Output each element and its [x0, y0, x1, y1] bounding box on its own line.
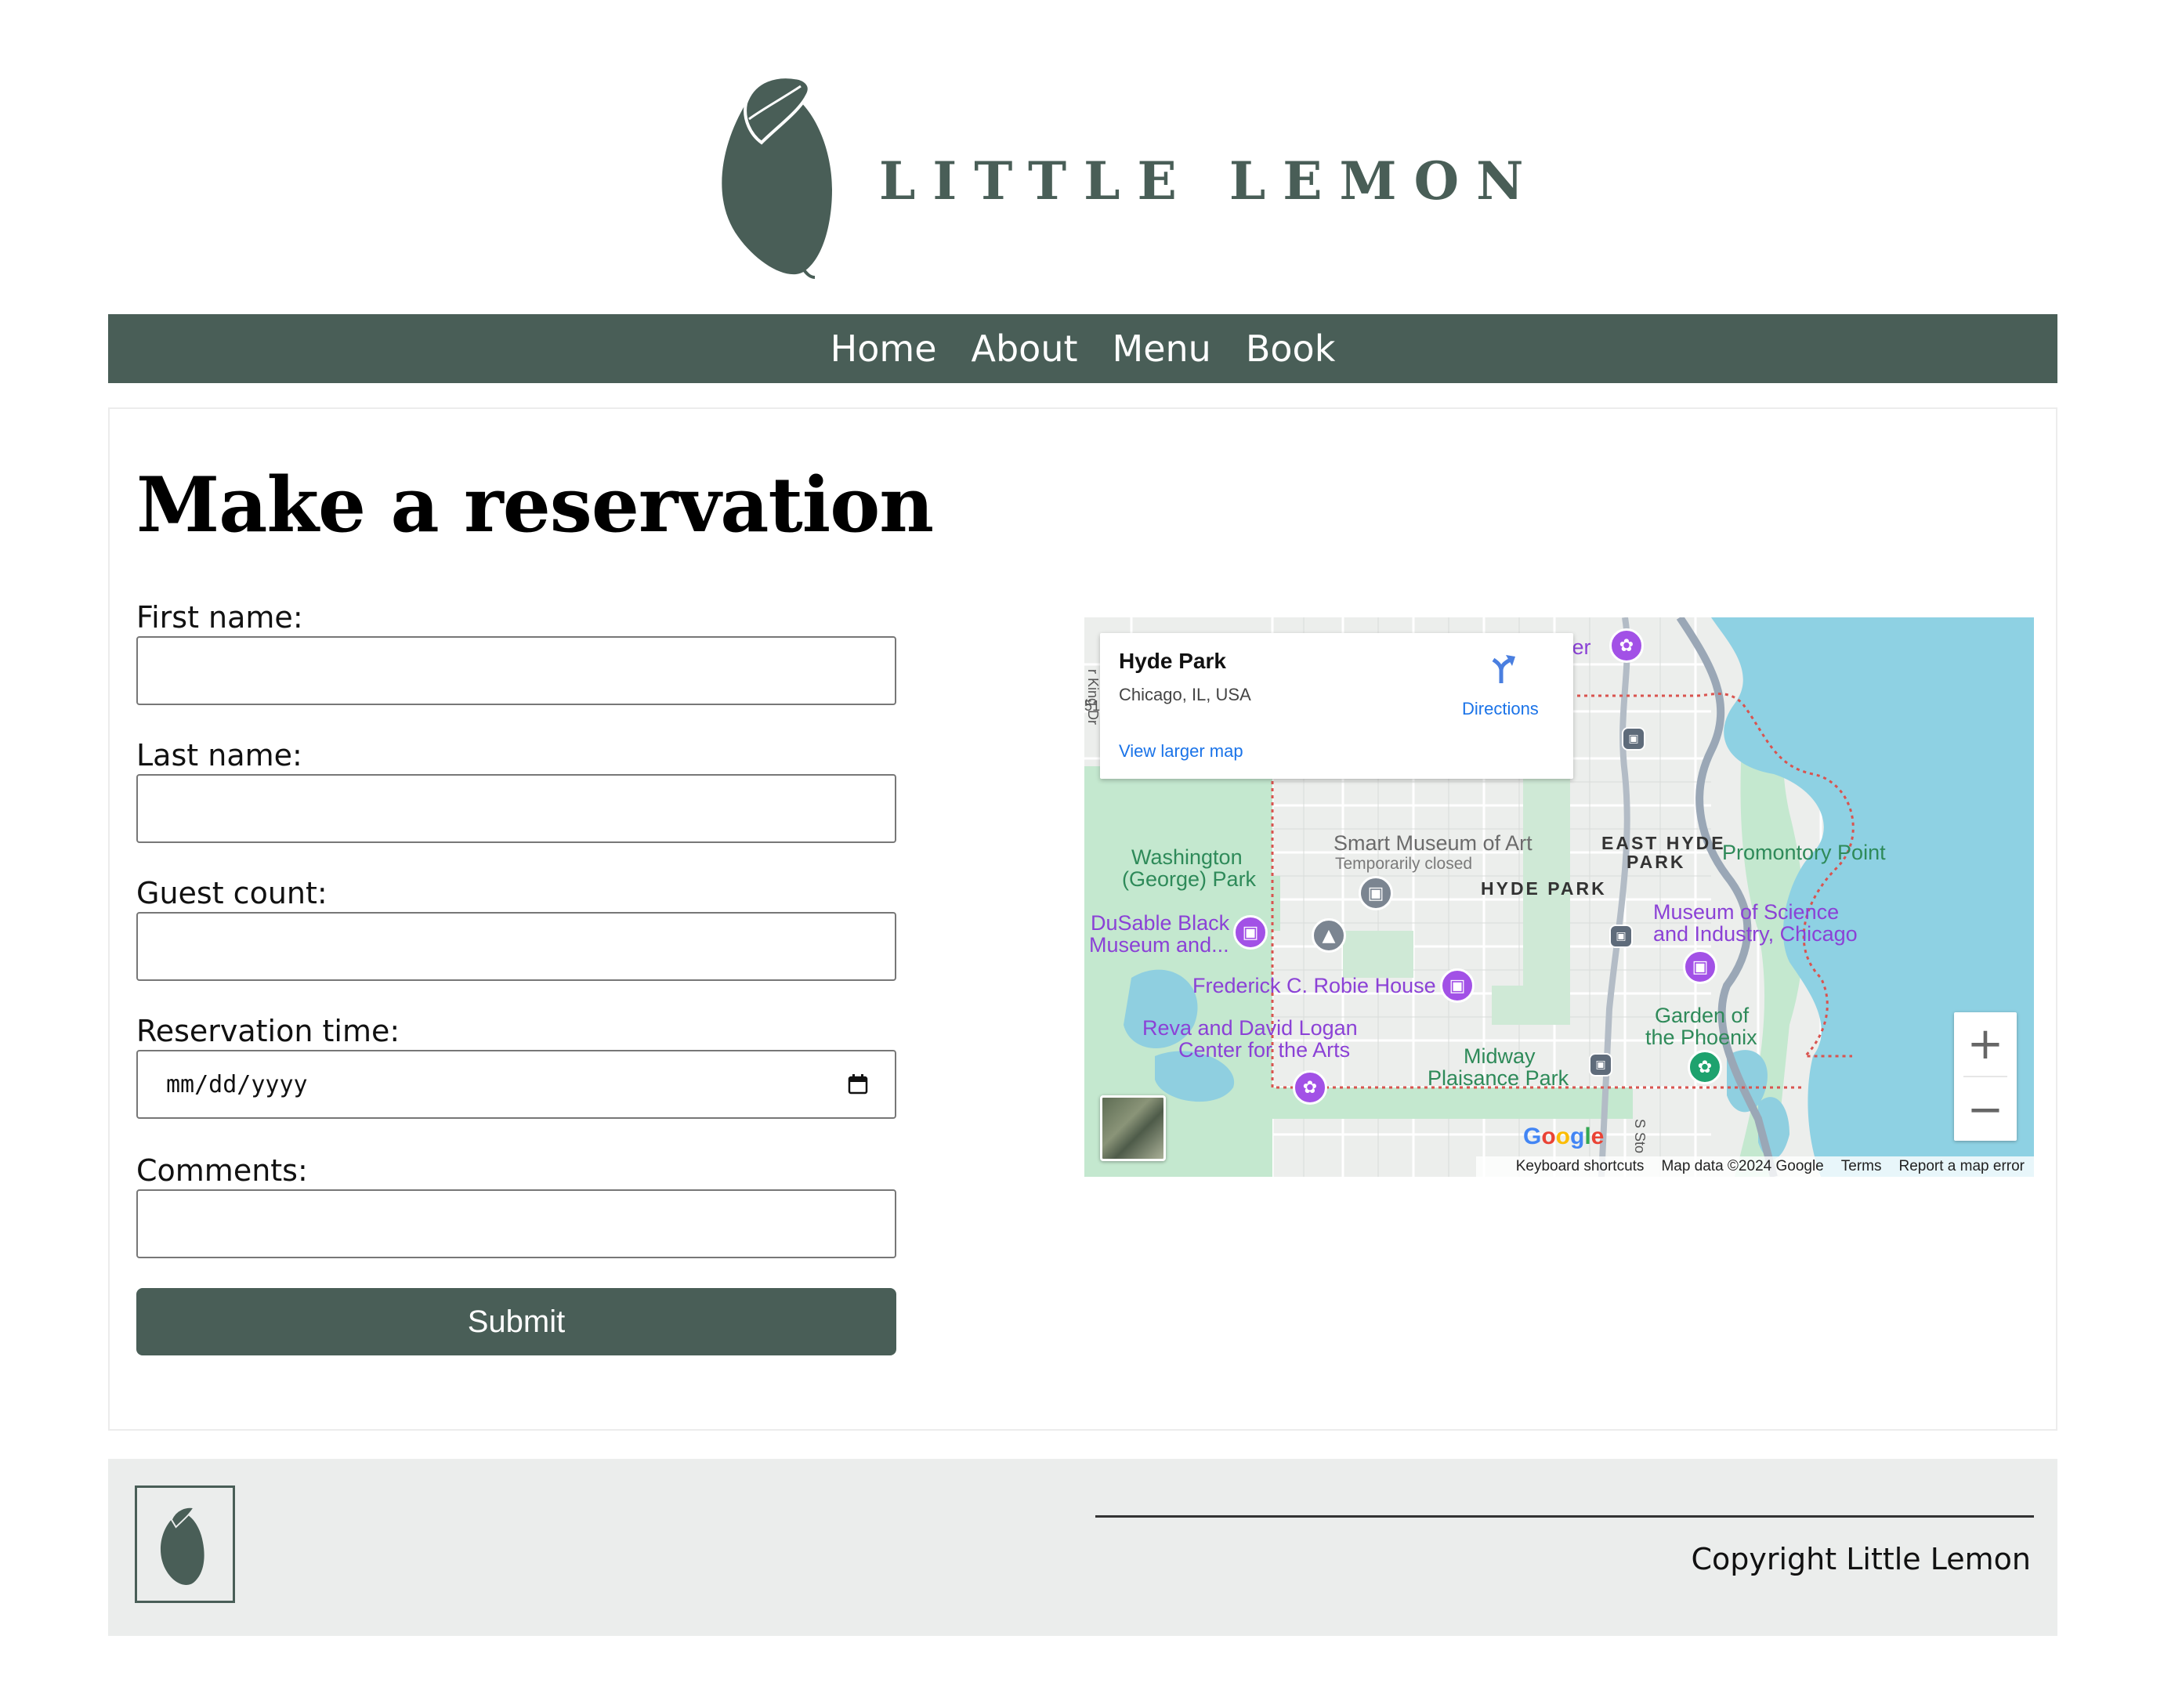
date-placeholder: mm/dd/yyyy: [166, 1070, 308, 1098]
reservation-time-label: Reservation time:: [136, 1014, 400, 1048]
directions-icon[interactable]: [1484, 652, 1518, 686]
nav-home-link[interactable]: Home: [830, 314, 937, 383]
nav-book-link[interactable]: Book: [1246, 314, 1335, 383]
map-label-garden-1[interactable]: Garden of: [1655, 1004, 1749, 1027]
report-map-error-link[interactable]: Report a map error: [1898, 1158, 2025, 1175]
map-label-hyde-park-area: HYDE PARK: [1481, 878, 1607, 899]
calendar-icon[interactable]: [848, 1074, 868, 1095]
zoom-out-button[interactable]: −: [1954, 1078, 2017, 1141]
map-station-icon[interactable]: ▣: [1609, 925, 1633, 948]
map-pin-art-center[interactable]: ✿: [1609, 628, 1644, 663]
map-pin-dusable[interactable]: ▣: [1233, 915, 1268, 950]
site-footer: Copyright Little Lemon: [108, 1459, 2057, 1636]
map-label-washington-2[interactable]: (George) Park: [1122, 868, 1256, 891]
guest-count-input[interactable]: [136, 912, 896, 981]
lemon-logo-icon: [722, 75, 832, 279]
map-label-garden-2[interactable]: the Phoenix: [1645, 1026, 1757, 1049]
view-larger-map-link[interactable]: View larger map: [1119, 741, 1243, 762]
map-label-washington-1[interactable]: Washington: [1131, 846, 1243, 869]
map-label-robie-house[interactable]: Frederick C. Robie House: [1192, 975, 1436, 997]
satellite-toggle-thumbnail[interactable]: [1100, 1095, 1166, 1161]
map-road-stony: S Sto: [1632, 1119, 1648, 1154]
last-name-label: Last name:: [136, 738, 302, 773]
map-road-king-dr: r King Dr: [1085, 669, 1101, 726]
submit-button[interactable]: Submit: [136, 1288, 896, 1355]
guest-count-label: Guest count:: [136, 876, 327, 910]
map-pin-logan-center[interactable]: ✿: [1293, 1070, 1327, 1105]
location-map[interactable]: nter Smart Museum of Art Temporarily clo…: [1084, 617, 2034, 1177]
brand-wordmark: LITTLE LEMON: [879, 150, 1541, 212]
site-logo[interactable]: LITTLE LEMON: [715, 72, 1523, 279]
map-station-icon[interactable]: ▣: [1589, 1053, 1612, 1077]
directions-link[interactable]: Directions: [1462, 699, 1539, 719]
map-pin-robie-house[interactable]: ▣: [1440, 968, 1475, 1003]
keyboard-shortcuts-link[interactable]: Keyboard shortcuts: [1516, 1158, 1645, 1175]
google-logo: Google: [1523, 1124, 1605, 1149]
map-pin-garden[interactable]: ✿: [1688, 1050, 1722, 1084]
map-place-name: Hyde Park: [1119, 649, 1226, 673]
zoom-in-button[interactable]: +: [1954, 1012, 2017, 1075]
main-nav: Home About Menu Book: [108, 314, 2057, 383]
reservation-date-input[interactable]: mm/dd/yyyy: [136, 1050, 896, 1119]
map-label-east-hyde-park-2: PARK: [1627, 852, 1686, 872]
comments-label: Comments:: [136, 1153, 308, 1188]
map-station-icon[interactable]: ▣: [1622, 727, 1645, 751]
map-zoom-controls: + −: [1954, 1012, 2017, 1141]
nav-menu-link[interactable]: Menu: [1113, 314, 1211, 383]
map-label-temporarily-closed: Temporarily closed: [1335, 855, 1473, 873]
map-road-51: 51: [1084, 698, 1101, 714]
map-pin-smart-museum[interactable]: ▣: [1359, 876, 1393, 910]
comments-input[interactable]: [136, 1189, 896, 1258]
nav-about-link[interactable]: About: [972, 314, 1078, 383]
map-label-midway-1[interactable]: Midway: [1464, 1045, 1536, 1068]
map-label-msi-1[interactable]: Museum of Science: [1653, 901, 1839, 924]
last-name-input[interactable]: [136, 774, 896, 843]
map-label-dusable-1[interactable]: DuSable Black: [1091, 912, 1229, 935]
map-label-logan-2[interactable]: Center for the Arts: [1178, 1039, 1350, 1062]
map-pin-msi[interactable]: ▣: [1683, 950, 1717, 984]
lemon-logo-icon: [160, 1506, 204, 1585]
footer-divider: [1095, 1515, 2034, 1518]
map-place-address: Chicago, IL, USA: [1119, 685, 1251, 704]
page-title: Make a reservation: [136, 461, 934, 549]
map-label-dusable-2[interactable]: Museum and...: [1089, 934, 1229, 957]
terms-link[interactable]: Terms: [1841, 1158, 1882, 1175]
map-info-card: Hyde Park Chicago, IL, USA View larger m…: [1100, 633, 1573, 779]
reservation-section: Make a reservation First name: Last name…: [108, 407, 2057, 1431]
map-label-promontory-point[interactable]: Promontory Point: [1722, 841, 1886, 864]
map-label-midway-2[interactable]: Plaisance Park: [1428, 1067, 1569, 1090]
first-name-input[interactable]: [136, 636, 896, 705]
map-label-east-hyde-park-1: EAST HYDE: [1601, 833, 1726, 853]
first-name-label: First name:: [136, 600, 303, 635]
map-label-smart-museum[interactable]: Smart Museum of Art: [1334, 832, 1533, 855]
footer-logo[interactable]: [135, 1485, 235, 1603]
map-attribution-bar: Keyboard shortcuts Map data ©2024 Google…: [1476, 1156, 2034, 1177]
map-label-logan-1[interactable]: Reva and David Logan: [1142, 1017, 1358, 1040]
map-data-text: Map data ©2024 Google: [1661, 1158, 1824, 1174]
map-pin-school[interactable]: ▲: [1312, 918, 1346, 953]
zoom-separator: [1963, 1076, 2007, 1077]
map-label-msi-2[interactable]: and Industry, Chicago: [1653, 923, 1858, 946]
footer-copyright: Copyright Little Lemon: [1691, 1542, 2031, 1576]
